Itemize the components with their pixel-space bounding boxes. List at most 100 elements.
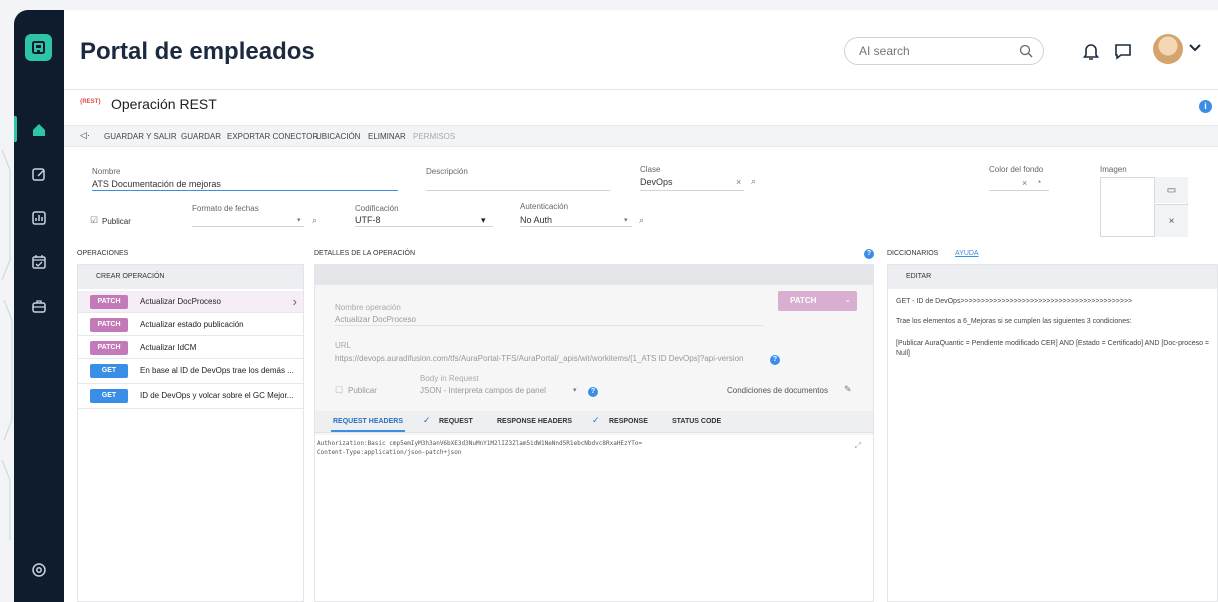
edit-button[interactable]: EDITAR xyxy=(888,265,1217,289)
tab-request[interactable]: REQUEST xyxy=(439,418,473,425)
list-item[interactable]: PATCH Actualizar IdCM xyxy=(78,337,303,359)
remove-image-button[interactable]: × xyxy=(1154,204,1188,237)
help-icon[interactable]: ? xyxy=(588,387,598,397)
expand-icon[interactable]: ⤢ xyxy=(855,441,861,450)
sidebar-item-settings[interactable] xyxy=(27,558,51,582)
condiciones-label[interactable]: Condiciones de documentos xyxy=(727,386,828,395)
sidebar-item-chart[interactable] xyxy=(27,206,51,230)
method-select[interactable]: PATCH ⌄ xyxy=(778,291,857,311)
caret-down-icon[interactable]: ▾ xyxy=(297,216,301,224)
main-content: Portal de empleados {REST} Operación RES… xyxy=(64,10,1218,602)
formato-label: Formato de fechas xyxy=(192,204,259,213)
sidebar-item-calendar[interactable] xyxy=(27,250,51,274)
operation-name-label: Nombre operación xyxy=(335,303,401,312)
operation-label: Actualizar DocProceso xyxy=(140,297,221,306)
formato-field[interactable] xyxy=(192,226,304,227)
permissions-button[interactable]: PERMISOS xyxy=(413,132,455,141)
chevron-down-icon[interactable] xyxy=(1188,43,1202,53)
search-icon[interactable]: ⌕ xyxy=(751,176,756,187)
caret-down-icon[interactable]: ▾ xyxy=(573,386,577,394)
home-icon xyxy=(33,124,45,136)
chat-icon[interactable] xyxy=(1112,40,1134,62)
clear-icon[interactable]: × xyxy=(736,177,741,187)
page-header: {REST} Operación REST i xyxy=(64,92,1218,118)
clear-icon[interactable]: × xyxy=(1022,178,1027,188)
method-badge: GET xyxy=(90,364,128,378)
close-icon: × xyxy=(1168,215,1175,227)
settings-icon xyxy=(32,563,46,577)
chart-icon xyxy=(32,211,46,225)
aura-logo-icon[interactable] xyxy=(25,34,52,61)
search-icon[interactable]: ⌕ xyxy=(312,215,317,226)
operation-name-field[interactable]: Actualizar DocProceso xyxy=(335,315,416,324)
search-input[interactable] xyxy=(859,42,1009,60)
sidebar-item-home[interactable] xyxy=(27,118,51,142)
descripcion-label: Descripción xyxy=(426,167,468,176)
list-item[interactable]: PATCH Actualizar DocProceso › xyxy=(78,291,303,313)
info-icon[interactable]: i xyxy=(1199,100,1212,113)
codificacion-underline xyxy=(355,226,493,227)
tab-response[interactable]: RESPONSE xyxy=(609,418,648,425)
clase-field[interactable]: DevOps xyxy=(640,177,673,187)
palette-icon[interactable]: ◔ xyxy=(1036,177,1041,187)
save-button[interactable]: GUARDAR xyxy=(181,132,221,141)
operation-label: Actualizar IdCM xyxy=(140,343,197,352)
nombre-field[interactable]: ATS Documentación de mejoras xyxy=(92,179,221,189)
help-icon[interactable]: ? xyxy=(864,249,874,259)
upload-image-button[interactable]: ▭ xyxy=(1154,177,1188,203)
color-label: Color del fondo xyxy=(989,165,1044,174)
clase-underline xyxy=(640,190,744,191)
descripcion-field[interactable] xyxy=(426,190,610,191)
search-icon[interactable]: ⌕ xyxy=(639,215,644,226)
help-text-line: GET - ID de DevOps>>>>>>>>>>>>>>>>>>>>>>… xyxy=(896,298,1133,305)
operation-details-panel: Nombre operación Actualizar DocProceso P… xyxy=(314,264,874,602)
publicar-checkbox[interactable]: ☐ xyxy=(335,385,343,396)
chevron-right-icon: › xyxy=(292,294,297,309)
create-operation-label: CREAR OPERACIÓN xyxy=(96,273,165,280)
bell-icon[interactable] xyxy=(1080,40,1102,62)
operation-label: Actualizar estado publicación xyxy=(140,320,244,329)
save-and-exit-button[interactable]: GUARDAR Y SALIR xyxy=(104,132,177,141)
nombre-underline xyxy=(92,190,398,191)
color-underline xyxy=(989,190,1049,191)
export-connector-button[interactable]: EXPORTAR CONECTOR xyxy=(227,132,318,141)
autenticacion-underline xyxy=(520,226,632,227)
tab-response-headers[interactable]: RESPONSE HEADERS xyxy=(497,418,572,425)
delete-button[interactable]: ELIMINAR xyxy=(368,132,406,141)
caret-down-icon[interactable]: ▾ xyxy=(624,216,628,224)
tab-ayuda[interactable]: AYUDA xyxy=(955,250,979,257)
tab-request-headers[interactable]: REQUEST HEADERS xyxy=(333,418,403,425)
sidebar-item-edit[interactable] xyxy=(27,162,51,186)
operation-label: ID de DevOps y volcar sobre el GC Mejor.… xyxy=(140,391,294,400)
back-icon[interactable]: ◁· xyxy=(80,130,90,141)
autenticacion-field[interactable]: No Auth xyxy=(520,215,552,225)
request-headers-editor[interactable]: Authorization:Basic cmp5emIyM3h3anV6bXE3… xyxy=(315,435,873,601)
location-button[interactable]: UBICACIÓN xyxy=(316,132,360,141)
imagen-label: Imagen xyxy=(1100,165,1127,174)
search-box[interactable] xyxy=(844,37,1044,65)
help-icon[interactable]: ? xyxy=(770,355,780,365)
list-item[interactable]: GET ID de DevOps y volcar sobre el GC Me… xyxy=(78,385,303,409)
url-field[interactable]: https://devops.auradifusion.com/tfs/Aura… xyxy=(335,354,761,363)
help-panel: EDITAR GET - ID de DevOps>>>>>>>>>>>>>>>… xyxy=(887,264,1218,602)
top-bar: Portal de empleados xyxy=(64,10,1218,90)
caret-down-icon[interactable]: ▾ xyxy=(481,215,486,226)
tab-status-code[interactable]: STATUS CODE xyxy=(672,418,721,425)
codificacion-field[interactable]: UTF-8 xyxy=(355,215,381,225)
autenticacion-label: Autenticación xyxy=(520,202,569,211)
code-line: Content-Type:application/json-patch+json xyxy=(317,449,462,456)
body-select[interactable]: JSON - Interpreta campos de panel xyxy=(420,386,546,395)
list-item[interactable]: PATCH Actualizar estado publicación xyxy=(78,314,303,336)
edit-icon[interactable]: ✎ xyxy=(844,384,852,395)
method-badge: PATCH xyxy=(90,341,128,355)
method-select-value: PATCH xyxy=(790,296,817,305)
avatar[interactable] xyxy=(1153,34,1183,64)
tab-diccionarios[interactable]: DICCIONARIOS xyxy=(887,250,938,257)
create-operation-button[interactable]: CREAR OPERACIÓN xyxy=(78,265,303,289)
search-icon[interactable] xyxy=(1019,44,1033,58)
sidebar-item-briefcase[interactable] xyxy=(27,294,51,318)
body-label: Body in Request xyxy=(420,374,479,383)
check-icon: ✓ xyxy=(592,415,600,425)
publicar-checkbox[interactable]: ☑ xyxy=(90,215,98,226)
list-item[interactable]: GET En base al ID de DevOps trae los dem… xyxy=(78,360,303,384)
